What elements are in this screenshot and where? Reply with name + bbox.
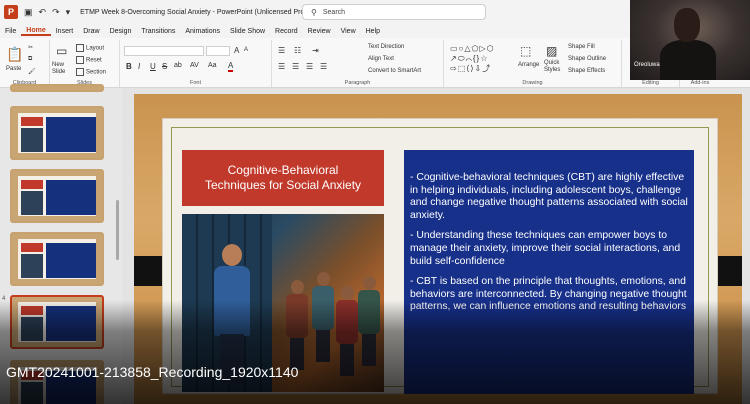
tab-home[interactable]: Home xyxy=(21,27,51,36)
tab-review[interactable]: Review xyxy=(303,28,336,35)
bullet-item: - Cognitive-behavioral techniques (CBT) … xyxy=(410,172,688,221)
drawing-group: ▭○△⬠▷⬡ ↗⬭⌒{}☆ ⇨⬚⟨⟩⇩⤴ ⬚ Arrange ▨ Quick Sty… xyxy=(444,40,622,87)
char-spacing-button[interactable]: AV xyxy=(190,62,199,69)
tab-record[interactable]: Record xyxy=(270,28,303,35)
participant-name: Oreoluwa xyxy=(634,62,660,68)
new-slide-icon[interactable]: ▭ xyxy=(56,44,67,58)
save-icon[interactable]: ▣ xyxy=(24,7,33,18)
slide-thumbnail[interactable] xyxy=(10,84,104,92)
arrange-icon[interactable]: ⬚ xyxy=(520,44,531,58)
slide-thumbnail[interactable] xyxy=(10,106,104,160)
reset-icon xyxy=(76,56,84,64)
slide-title-line2: Techniques for Social Anxiety xyxy=(204,178,362,192)
shape-outline-button[interactable]: Shape Outline xyxy=(568,56,606,62)
ribbon-tabs: File Home Insert Draw Design Transitions… xyxy=(0,24,630,38)
paragraph-label: Paragraph xyxy=(344,80,371,86)
justify-icon[interactable]: ☰ xyxy=(320,62,327,71)
drawing-label: Drawing xyxy=(522,80,543,86)
reset-button[interactable]: Reset xyxy=(76,56,102,64)
thumbnail-content xyxy=(18,176,96,216)
editing-label: Editing xyxy=(642,80,659,86)
slide-title-box[interactable]: Cognitive-Behavioral Techniques for Soci… xyxy=(182,150,384,206)
powerpoint-icon: P xyxy=(4,5,18,19)
copy-icon[interactable]: ⧉ xyxy=(28,56,32,63)
bold-button[interactable]: B xyxy=(126,62,132,71)
tab-design[interactable]: Design xyxy=(105,28,137,35)
shapes-gallery[interactable]: ▭○△⬠▷⬡ ↗⬭⌒{}☆ ⇨⬚⟨⟩⇩⤴ xyxy=(450,44,514,76)
section-label: Section xyxy=(86,69,107,76)
title-bar: P ▣ ↶ ↷ ▾ ETMP Week 8-Overcoming Social … xyxy=(0,0,630,24)
indent-icon[interactable]: ⇥ xyxy=(312,46,319,55)
section-icon xyxy=(76,68,84,76)
clipboard-group: 📋 Paste ✂ ⧉ 🖌 Clipboard xyxy=(0,40,50,87)
shadow-button[interactable]: ab xyxy=(174,62,182,69)
tab-slide-show[interactable]: Slide Show xyxy=(225,28,270,35)
shape-fill-button[interactable]: Shape Fill xyxy=(568,44,595,50)
search-icon: ⚲ xyxy=(311,7,317,17)
numbering-icon[interactable]: ☷ xyxy=(294,46,301,55)
paste-icon[interactable]: 📋 xyxy=(6,46,23,63)
font-name-select[interactable] xyxy=(124,46,204,56)
addins-label: Add-ins xyxy=(690,80,710,86)
font-group: A A B I U S ab AV Aa A Font xyxy=(120,40,272,87)
thumbnail-content xyxy=(18,239,96,279)
text-direction-button[interactable]: Text Direction xyxy=(368,44,404,50)
bullets-icon[interactable]: ☰ xyxy=(278,46,285,55)
italic-button[interactable]: I xyxy=(138,62,140,71)
align-left-icon[interactable]: ☰ xyxy=(278,62,285,71)
tab-insert[interactable]: Insert xyxy=(51,28,79,35)
paragraph-group: ☰ ☷ ⇥ ☰ ☰ ☰ ☰ Text Direction Align Text … xyxy=(272,40,444,87)
smartart-button[interactable]: Convert to SmartArt xyxy=(368,68,421,74)
participant-body xyxy=(660,40,716,80)
reset-label: Reset xyxy=(86,57,102,64)
recording-filename: GMT20241001-213858_Recording_1920x1140 xyxy=(6,364,299,380)
align-text-button[interactable]: Align Text xyxy=(368,56,394,62)
grow-font-button[interactable]: A xyxy=(234,46,239,55)
bullet-item: - Understanding these techniques can emp… xyxy=(410,230,681,267)
screen: P ▣ ↶ ↷ ▾ ETMP Week 8-Overcoming Social … xyxy=(0,0,750,404)
tab-file[interactable]: File xyxy=(0,28,21,35)
search-input[interactable]: ⚲ Search xyxy=(302,4,486,20)
shrink-font-button[interactable]: A xyxy=(244,47,248,53)
section-button[interactable]: Section xyxy=(76,68,106,76)
change-case-button[interactable]: Aa xyxy=(208,62,217,69)
font-color-button[interactable]: A xyxy=(228,61,234,72)
redo-icon[interactable]: ↷ xyxy=(52,7,60,18)
tab-transitions[interactable]: Transitions xyxy=(136,28,180,35)
layout-icon xyxy=(76,44,84,52)
layout-button[interactable]: Layout xyxy=(76,44,104,52)
font-label: Font xyxy=(189,80,201,86)
arrange-button[interactable]: Arrange xyxy=(518,62,539,68)
tab-view[interactable]: View xyxy=(336,28,361,35)
search-placeholder: Search xyxy=(322,8,346,16)
quick-styles-icon[interactable]: ▨ xyxy=(546,44,557,58)
recording-overlay xyxy=(0,300,750,404)
font-size-select[interactable] xyxy=(206,46,230,56)
align-center-icon[interactable]: ☰ xyxy=(292,62,299,71)
quick-styles-button[interactable]: Quick Styles xyxy=(544,60,564,74)
strikethrough-button[interactable]: S xyxy=(162,62,167,71)
layout-label: Layout xyxy=(86,45,105,52)
thumbnail-content xyxy=(18,113,96,153)
format-painter-icon[interactable]: 🖌 xyxy=(28,68,36,75)
webcam-overlay: Oreoluwa xyxy=(630,0,750,80)
align-right-icon[interactable]: ☰ xyxy=(306,62,313,71)
thumbnail-scrollbar[interactable] xyxy=(116,200,119,260)
window-title: ETMP Week 8-Overcoming Social Anxiety - … xyxy=(80,8,315,16)
slides-group: ▭ New Slide Layout Reset Section Slides xyxy=(50,40,120,87)
participant-head xyxy=(674,8,700,42)
tab-help[interactable]: Help xyxy=(361,28,385,35)
slide-thumbnail[interactable] xyxy=(10,169,104,223)
shape-effects-button[interactable]: Shape Effects xyxy=(568,68,605,74)
underline-button[interactable]: U xyxy=(150,62,156,71)
undo-icon[interactable]: ↶ xyxy=(39,7,47,18)
tab-draw[interactable]: Draw xyxy=(78,28,104,35)
customize-icon[interactable]: ▾ xyxy=(66,7,71,18)
paste-button[interactable]: Paste xyxy=(6,66,21,72)
slide-thumbnail[interactable] xyxy=(10,232,104,286)
tab-animations[interactable]: Animations xyxy=(180,28,225,35)
slide-title-line1: Cognitive-Behavioral xyxy=(227,163,339,177)
cut-icon[interactable]: ✂ xyxy=(28,44,33,51)
new-slide-button[interactable]: New Slide xyxy=(52,62,76,76)
